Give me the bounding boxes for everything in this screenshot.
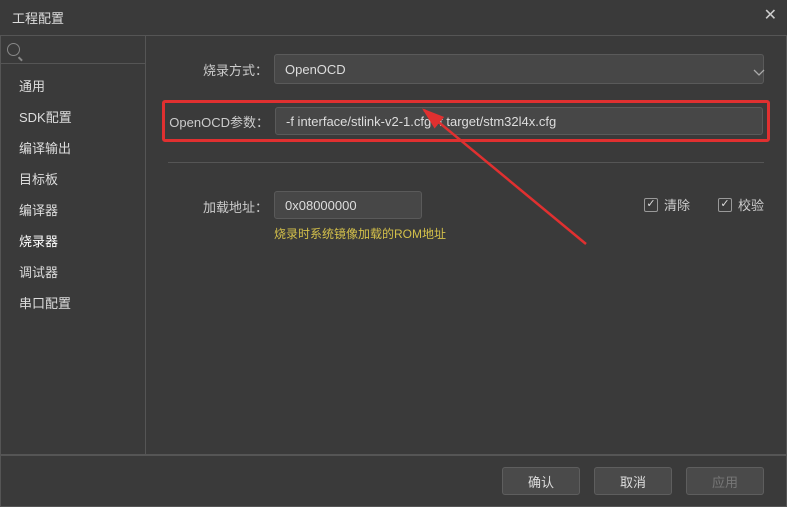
verify-checkbox[interactable]: 校验 <box>718 195 764 214</box>
sidebar-item-serial[interactable]: 串口配置 <box>1 287 145 318</box>
ok-button[interactable]: 确认 <box>502 467 580 495</box>
load-addr-hint: 烧录时系统镜像加载的ROM地址 <box>274 225 446 242</box>
burn-method-label: 烧录方式： <box>168 60 274 79</box>
checkbox-icon <box>644 198 658 212</box>
sidebar-item-compiler[interactable]: 编译器 <box>1 194 145 225</box>
openocd-args-input[interactable] <box>275 107 763 135</box>
clear-label: 清除 <box>664 195 690 214</box>
sidebar-item-sdk[interactable]: SDK配置 <box>1 101 145 132</box>
sidebar: 通用 SDK配置 编译输出 目标板 编译器 烧录器 调试器 串口配置 <box>1 36 146 454</box>
divider <box>168 162 764 163</box>
sidebar-item-target-board[interactable]: 目标板 <box>1 163 145 194</box>
highlight-annotation: OpenOCD参数： <box>162 100 770 142</box>
checkbox-icon <box>718 198 732 212</box>
sidebar-item-debugger[interactable]: 调试器 <box>1 256 145 287</box>
sidebar-item-compile-output[interactable]: 编译输出 <box>1 132 145 163</box>
burn-method-value: OpenOCD <box>285 62 346 77</box>
search-icon <box>7 43 20 56</box>
clear-checkbox[interactable]: 清除 <box>644 195 690 214</box>
openocd-args-label: OpenOCD参数： <box>169 112 275 131</box>
sidebar-item-general[interactable]: 通用 <box>1 70 145 101</box>
search-box[interactable] <box>1 36 145 64</box>
main-panel: 烧录方式： OpenOCD OpenOCD参数： 加载地址： 烧录时系统镜像加载… <box>146 36 786 454</box>
cancel-button[interactable]: 取消 <box>594 467 672 495</box>
dialog-title: 工程配置 <box>12 8 64 27</box>
sidebar-item-burner[interactable]: 烧录器 <box>1 225 145 256</box>
apply-button[interactable]: 应用 <box>686 467 764 495</box>
title-bar: 工程配置 ✕ <box>0 0 787 36</box>
close-icon[interactable]: ✕ <box>764 8 777 24</box>
footer: 确认 取消 应用 <box>0 455 787 507</box>
load-addr-input[interactable] <box>274 191 422 219</box>
verify-label: 校验 <box>738 195 764 214</box>
load-addr-label: 加载地址： <box>168 191 274 216</box>
burn-method-dropdown[interactable]: OpenOCD <box>274 54 764 84</box>
